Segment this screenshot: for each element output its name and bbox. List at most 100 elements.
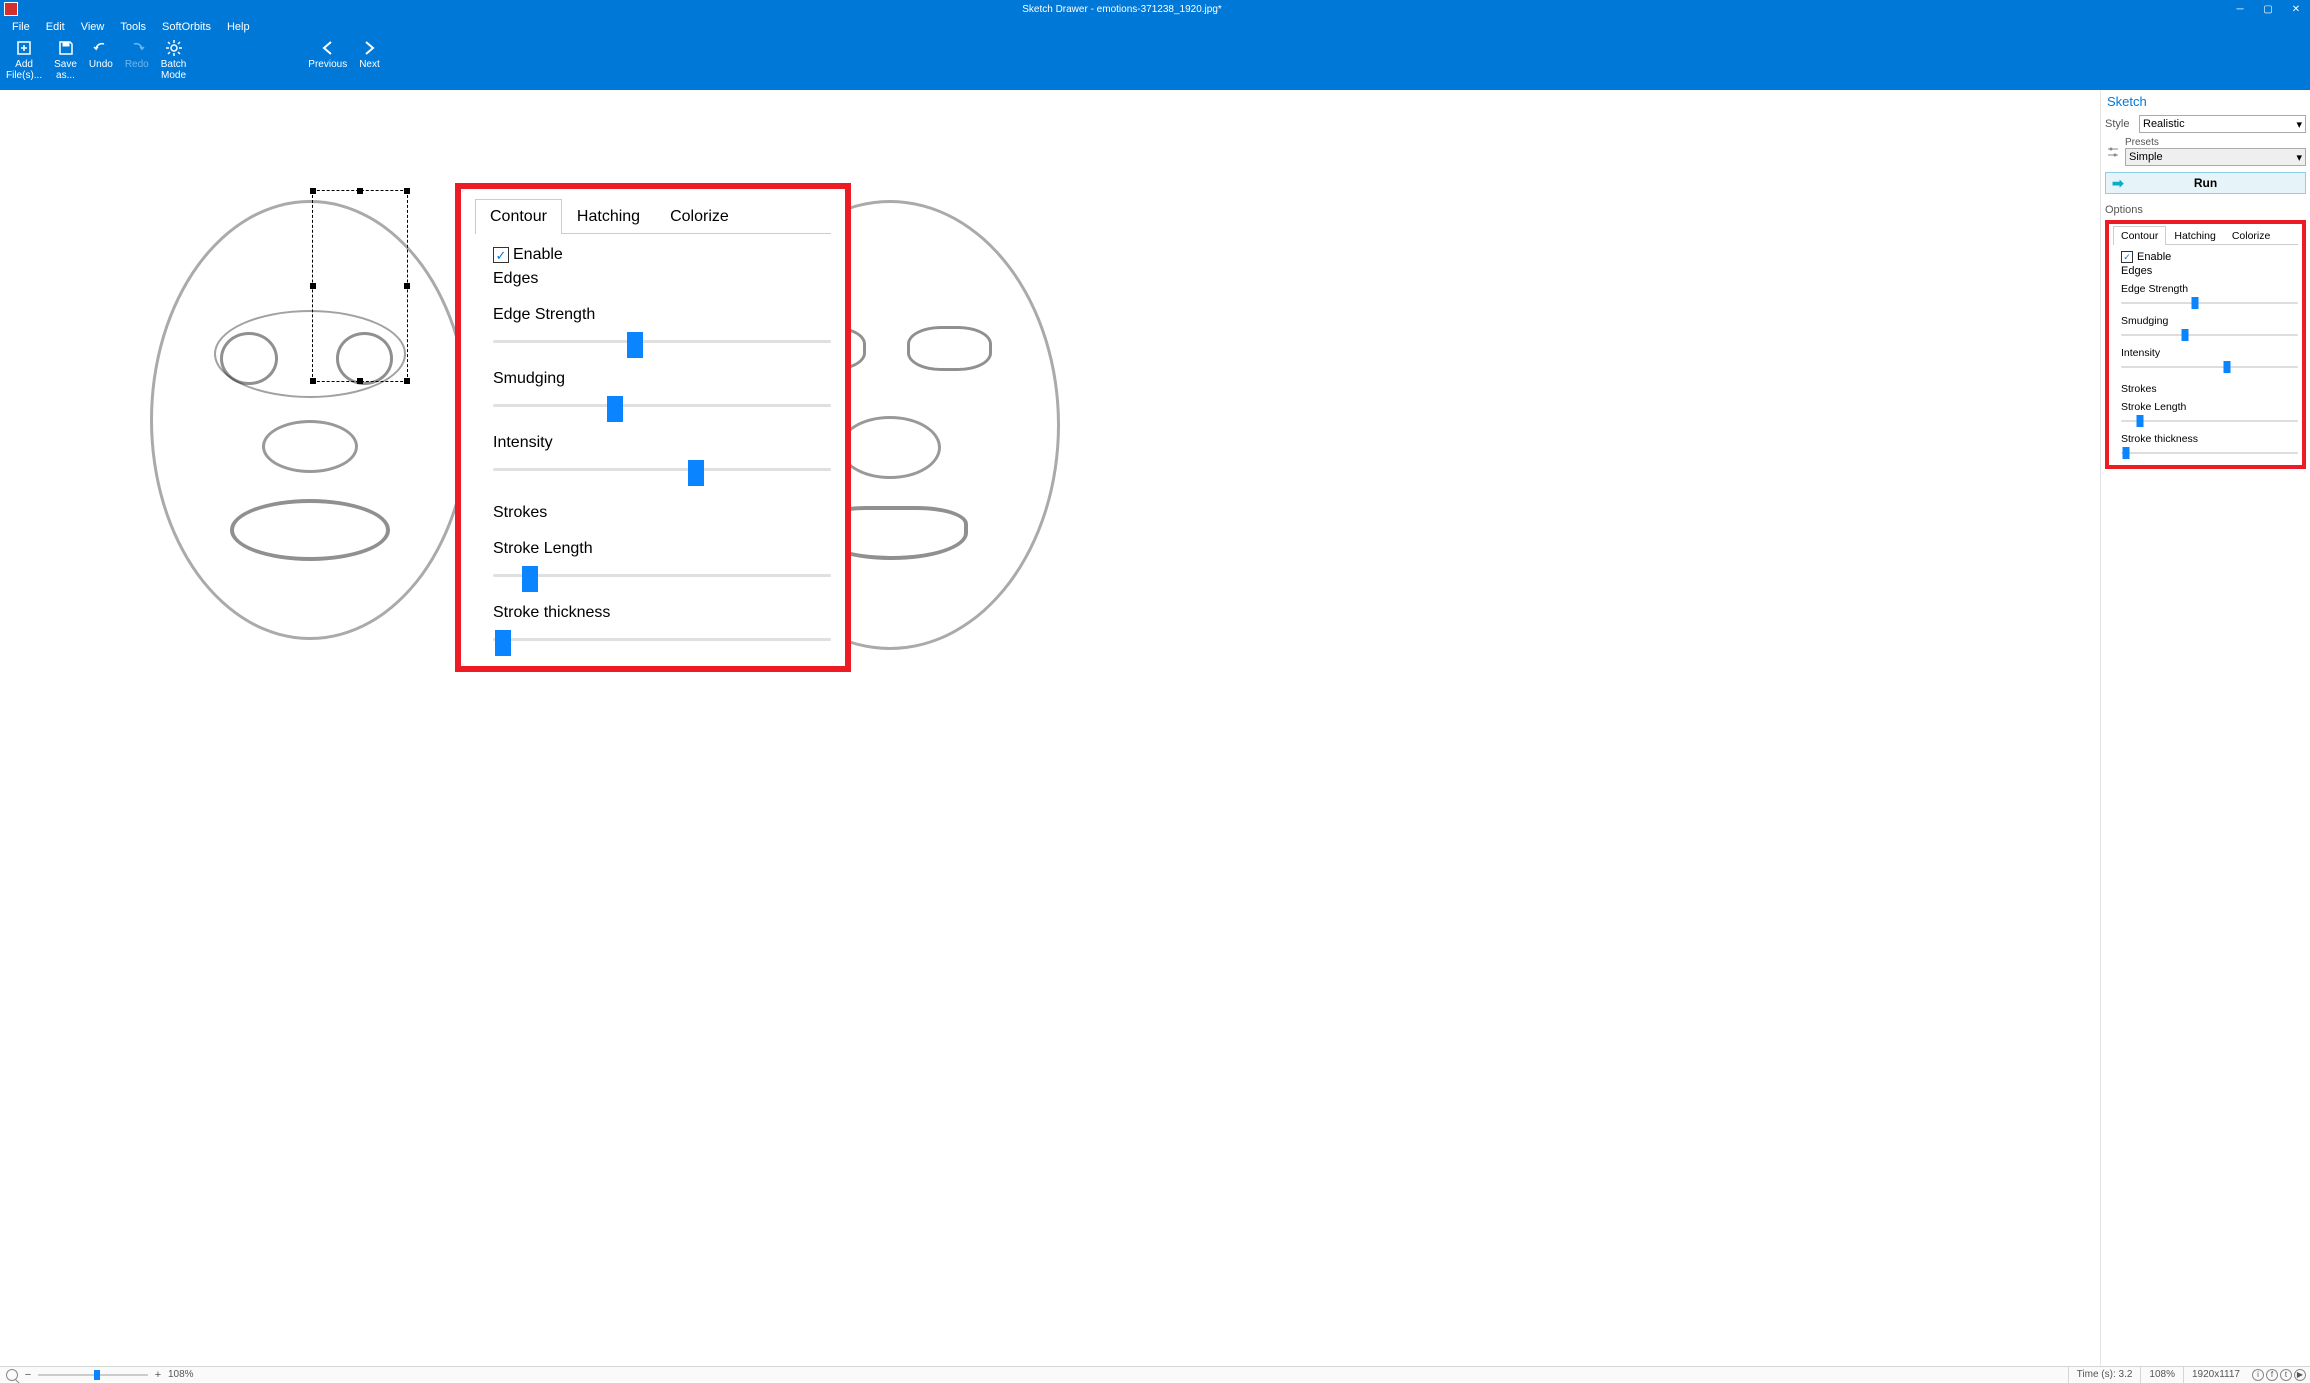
callout-enable-checkbox[interactable] [493,247,509,263]
redo-button[interactable]: Redo [119,36,155,81]
callout-edge-strength-slider[interactable] [493,332,831,352]
window-title: Sketch Drawer - emotions-371238_1920.jpg… [18,4,2226,15]
redo-icon [128,39,146,57]
app-icon [4,2,18,16]
presets-value: Simple [2129,151,2163,163]
enable-label: Enable [2137,251,2171,263]
gear-icon [165,39,183,57]
chevron-down-icon: ▾ [2296,118,2302,131]
info-icon[interactable]: i [2252,1369,2264,1381]
arrow-right-icon [360,39,378,57]
menu-tools[interactable]: Tools [112,18,154,36]
run-arrow-icon: ➡ [2112,175,2124,192]
selection-handle-s[interactable] [357,378,363,384]
selection-handle-sw[interactable] [310,378,316,384]
undo-label: Undo [89,59,113,70]
selection-handle-ne[interactable] [404,188,410,194]
undo-icon [92,39,110,57]
zoom-control: − + 108% [0,1369,200,1381]
callout-edges-label: Edges [493,270,831,288]
selection-rectangle[interactable] [312,190,408,382]
presets-label: Presets [2125,137,2306,148]
style-value: Realistic [2143,118,2185,130]
batch-mode-button[interactable]: Batch Mode [155,36,193,81]
youtube-icon[interactable]: ▶ [2294,1369,2306,1381]
selection-handle-n[interactable] [357,188,363,194]
tab-contour[interactable]: Contour [2113,226,2166,245]
zoom-out-button[interactable]: − [22,1369,34,1381]
callout-smudging-slider[interactable] [493,396,831,416]
close-button[interactable]: ✕ [2282,0,2310,18]
options-tabs: Contour Hatching Colorize [2113,226,2298,245]
menu-file[interactable]: File [4,18,38,36]
style-select[interactable]: Realistic ▾ [2139,115,2306,133]
add-files-label: Add File(s)... [6,59,42,81]
undo-button[interactable]: Undo [83,36,119,81]
smudging-slider[interactable] [2121,329,2298,341]
callout-tab-hatching[interactable]: Hatching [562,199,655,234]
callout-intensity-slider[interactable] [493,460,831,480]
save-icon [57,39,75,57]
stroke-length-slider[interactable] [2121,415,2298,427]
previous-button[interactable]: Previous [302,36,353,70]
titlebar: Sketch Drawer - emotions-371238_1920.jpg… [0,0,2310,18]
intensity-slider[interactable] [2121,361,2298,373]
save-as-button[interactable]: Save as... [48,36,83,81]
facebook-icon[interactable]: f [2266,1369,2278,1381]
zoom-right-status: 108% [2140,1367,2183,1383]
time-status: Time (s): 3.2 [2068,1367,2141,1383]
selection-handle-w[interactable] [310,283,316,289]
add-files-button[interactable]: Add File(s)... [0,36,48,81]
maximize-button[interactable]: ▢ [2254,0,2282,18]
workspace: Contour Hatching Colorize Enable Edges E… [0,90,2310,1366]
magnifier-icon[interactable] [6,1369,18,1381]
minimize-button[interactable]: ─ [2226,0,2254,18]
canvas-area[interactable]: Contour Hatching Colorize Enable Edges E… [0,90,2100,1366]
next-button[interactable]: Next [353,36,386,70]
intensity-label: Intensity [2121,347,2298,359]
batch-mode-label: Batch Mode [161,59,187,81]
tab-colorize[interactable]: Colorize [2224,226,2279,245]
tab-hatching[interactable]: Hatching [2166,226,2223,245]
zoom-in-button[interactable]: + [152,1369,164,1381]
options-panel: Contour Hatching Colorize Enable Edges E… [2105,220,2306,469]
side-panel: Sketch Style Realistic ▾ Presets Simple … [2100,90,2310,1366]
stroke-thickness-label: Stroke thickness [2121,433,2298,445]
menu-view[interactable]: View [73,18,113,36]
edge-strength-label: Edge Strength [2121,283,2298,295]
window-controls: ─ ▢ ✕ [2226,0,2310,18]
presets-select[interactable]: Simple ▾ [2125,148,2306,166]
menu-softorbits[interactable]: SoftOrbits [154,18,219,36]
selection-handle-e[interactable] [404,283,410,289]
callout-tab-contour[interactable]: Contour [475,199,562,234]
save-as-label: Save as... [54,59,77,81]
callout-stroke-thickness-label: Stroke thickness [493,604,831,622]
adjust-icon[interactable] [2105,144,2121,160]
twitter-icon[interactable]: t [2280,1369,2292,1381]
selection-handle-se[interactable] [404,378,410,384]
stroke-length-label: Stroke Length [2121,401,2298,413]
callout-strokes-label: Strokes [493,504,831,522]
dimensions-status: 1920x1117 [2183,1367,2248,1383]
selection-handle-nw[interactable] [310,188,316,194]
zoom-label: 108% [168,1369,194,1380]
options-title: Options [2105,204,2306,216]
edge-strength-slider[interactable] [2121,297,2298,309]
run-button[interactable]: ➡ Run [2105,172,2306,194]
callout-tab-colorize[interactable]: Colorize [655,199,744,234]
run-label: Run [2194,176,2217,190]
stroke-thickness-slider[interactable] [2121,447,2298,459]
callout-smudging-label: Smudging [493,370,831,388]
add-files-icon [15,39,33,57]
enable-checkbox[interactable] [2121,251,2133,263]
zoom-slider[interactable] [38,1369,148,1381]
style-label: Style [2105,118,2135,130]
face-left [150,200,470,640]
arrow-left-icon [319,39,337,57]
callout-stroke-length-slider[interactable] [493,566,831,586]
menu-help[interactable]: Help [219,18,258,36]
next-label: Next [359,59,380,70]
menu-edit[interactable]: Edit [38,18,73,36]
callout-stroke-thickness-slider[interactable] [493,630,831,650]
chevron-down-icon: ▾ [2296,151,2302,164]
